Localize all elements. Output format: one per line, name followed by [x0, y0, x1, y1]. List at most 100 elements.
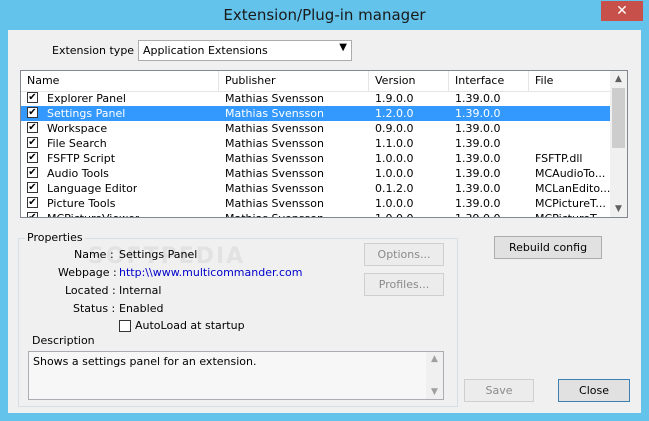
scroll-thumb[interactable]	[612, 88, 625, 148]
save-button[interactable]: Save	[464, 379, 534, 402]
window-title: Extension/Plug-in manager	[223, 6, 426, 24]
cell-file: MCPictureT...	[535, 197, 606, 210]
row-checkbox[interactable]: ✔	[27, 137, 38, 148]
close-button[interactable]: Close	[558, 379, 630, 402]
scroll-up-icon[interactable]: ▲	[610, 71, 627, 87]
cell-name: Language Editor	[47, 182, 138, 195]
window-frame: Extension/Plug-in manager ✕ Extension ty…	[0, 0, 649, 421]
properties-group-title: Properties	[25, 231, 85, 244]
cell-file: FSFTP.dll	[535, 152, 583, 165]
description-box[interactable]: Shows a settings panel for an extension.…	[28, 351, 444, 400]
description-label: Description	[32, 334, 95, 347]
cell-publisher: Mathias Svensson	[225, 167, 324, 180]
description-scrollbar[interactable]: ▲ ▼	[426, 352, 443, 399]
extension-type-value: Application Extensions	[143, 44, 268, 57]
cell-version: 1.0.0.0	[375, 197, 414, 210]
cell-interface: 1.39.0.0	[455, 152, 501, 165]
column-header-version[interactable]: Version	[369, 71, 449, 91]
list-item[interactable]: ✔ Audio Tools Mathias Svensson 1.0.0.0 1.39.…	[21, 166, 611, 181]
status-label: Status :	[73, 302, 116, 315]
column-header-file[interactable]: File	[529, 71, 611, 91]
cell-publisher: Mathias Svensson	[225, 122, 324, 135]
cell-file: MCLanEdito...	[535, 182, 611, 195]
cell-name: File Search	[47, 137, 107, 150]
cell-interface: 1.39.0.0	[455, 182, 501, 195]
cell-publisher: Mathias Svensson	[225, 197, 324, 210]
list-item[interactable]: ✔ Picture Tools Mathias Svensson 1.0.0.0 1.3…	[21, 196, 611, 211]
dialog-client: Extension type : Application Extensions …	[8, 30, 641, 413]
cell-version: 1.1.0.0	[375, 137, 414, 150]
cell-name: MCPictureViewer	[47, 211, 139, 217]
cell-file: MCPictureT...	[535, 211, 606, 217]
list-item[interactable]: ✔ MCPictureViewer Mathias Svensson 1.0.0.0 1…	[21, 211, 611, 217]
cell-publisher: Mathias Svensson	[225, 92, 324, 105]
list-item[interactable]: ✔ File Search Mathias Svensson 1.1.0.0 1.39.…	[21, 136, 611, 151]
list-header: Name Publisher Version Interface File	[21, 71, 611, 92]
cell-name: Settings Panel	[47, 107, 126, 120]
row-checkbox[interactable]: ✔	[27, 152, 38, 163]
cell-interface: 1.39.0.0	[455, 137, 501, 150]
cell-interface: 1.39.0.0	[455, 107, 501, 120]
profiles-button[interactable]: Profiles...	[364, 273, 444, 296]
scroll-down-icon[interactable]: ▼	[426, 387, 443, 397]
scroll-up-icon[interactable]: ▲	[426, 354, 443, 364]
description-text: Shows a settings panel for an extension.	[33, 355, 257, 368]
extension-type-select[interactable]: Application Extensions ▼	[138, 40, 352, 61]
webpage-link[interactable]: http:\\www.multicommander.com	[119, 266, 302, 279]
extension-type-label: Extension type :	[52, 44, 142, 57]
row-checkbox[interactable]: ✔	[27, 212, 38, 217]
cell-version: 1.2.0.0	[375, 107, 414, 120]
cell-version: 1.9.0.0	[375, 92, 414, 105]
column-header-interface[interactable]: Interface	[449, 71, 529, 91]
row-checkbox[interactable]: ✔	[27, 197, 38, 208]
rebuild-config-button[interactable]: Rebuild config	[494, 236, 602, 259]
cell-name: Audio Tools	[47, 167, 109, 180]
cell-interface: 1.39.0.0	[455, 122, 501, 135]
cell-interface: 1.39.0.0	[455, 211, 500, 217]
options-button[interactable]: Options...	[364, 243, 444, 266]
located-value: Internal	[119, 284, 162, 297]
cell-publisher: Mathias Svensson	[225, 182, 324, 195]
name-value: Settings Panel	[119, 248, 198, 261]
status-value: Enabled	[119, 302, 164, 315]
row-checkbox[interactable]: ✔	[27, 122, 38, 133]
cell-interface: 1.39.0.0	[455, 197, 501, 210]
cell-name: Picture Tools	[47, 197, 116, 210]
scroll-down-icon[interactable]: ▼	[610, 201, 627, 217]
located-label: Located :	[65, 284, 116, 297]
cell-version: 0.9.0.0	[375, 122, 414, 135]
extension-list[interactable]: Name Publisher Version Interface File ✔ E…	[20, 70, 628, 218]
list-item[interactable]: ✔ Explorer Panel Mathias Svensson 1.9.0.0 1.…	[21, 91, 611, 106]
list-item[interactable]: ✔ Language Editor Mathias Svensson 0.1.2.0 1…	[21, 181, 611, 196]
webpage-label: Webpage :	[58, 266, 117, 279]
title-bar[interactable]: Extension/Plug-in manager ✕	[0, 0, 649, 30]
cell-interface: 1.39.0.0	[455, 167, 501, 180]
list-item[interactable]: ✔ FSFTP Script Mathias Svensson 1.0.0.0 1.39…	[21, 151, 611, 166]
row-checkbox[interactable]: ✔	[27, 182, 38, 193]
name-label: Name :	[74, 248, 114, 261]
cell-version: 1.0.0.0	[375, 167, 414, 180]
chevron-down-icon: ▼	[339, 42, 347, 53]
cell-publisher: Mathias Svensson	[225, 211, 324, 217]
list-scrollbar[interactable]: ▲ ▼	[610, 71, 627, 217]
row-checkbox[interactable]: ✔	[27, 107, 38, 118]
cell-version: 0.1.2.0	[375, 182, 414, 195]
column-header-publisher[interactable]: Publisher	[219, 71, 369, 91]
cell-version: 1.0.0.0	[375, 211, 413, 217]
autoload-label[interactable]: AutoLoad at startup	[135, 319, 245, 332]
list-item[interactable]: ✔ Settings Panel Mathias Svensson 1.2.0.0 1.…	[21, 106, 611, 121]
list-rows: ✔ Explorer Panel Mathias Svensson 1.9.0.0 1.…	[21, 91, 611, 217]
cell-file: MCAudioTo...	[535, 167, 606, 180]
column-header-name[interactable]: Name	[21, 71, 219, 91]
cell-name: FSFTP Script	[47, 152, 116, 165]
row-checkbox[interactable]: ✔	[27, 167, 38, 178]
cell-name: Workspace	[47, 122, 108, 135]
cell-publisher: Mathias Svensson	[225, 152, 324, 165]
list-item[interactable]: ✔ Workspace Mathias Svensson 0.9.0.0 1.39.0.…	[21, 121, 611, 136]
cell-interface: 1.39.0.0	[455, 92, 501, 105]
cell-name: Explorer Panel	[47, 92, 126, 105]
autoload-checkbox[interactable]	[119, 320, 131, 332]
row-checkbox[interactable]: ✔	[27, 92, 38, 103]
cell-publisher: Mathias Svensson	[225, 137, 324, 150]
window-close-icon[interactable]: ✕	[601, 1, 643, 21]
